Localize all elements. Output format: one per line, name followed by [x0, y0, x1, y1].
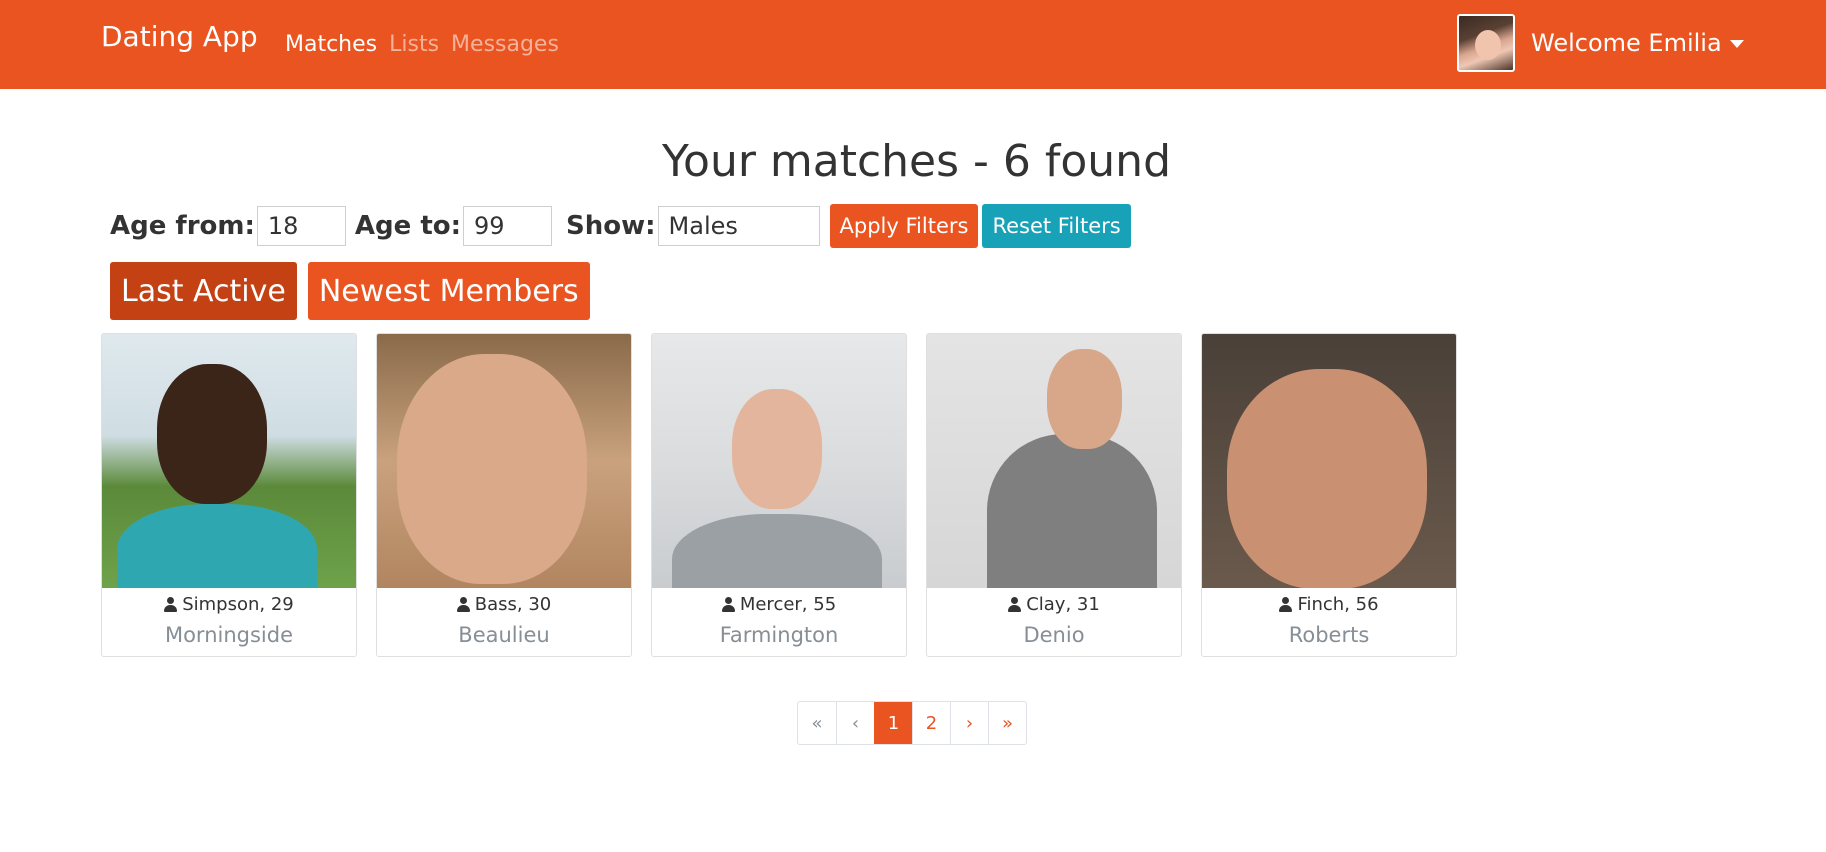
page-1-button[interactable]: 1 — [874, 702, 912, 744]
user-icon — [456, 597, 470, 612]
next-page-button[interactable]: › — [950, 702, 988, 744]
newest-members-button[interactable]: Newest Members — [307, 262, 590, 320]
navbar: Dating App Matches Lists Messages Welcom… — [0, 0, 1826, 89]
member-photo — [102, 334, 356, 588]
member-card[interactable]: Mercer, 55 Farmington — [651, 333, 907, 657]
previous-page-button[interactable]: ‹ — [836, 702, 874, 744]
last-active-button[interactable]: Last Active — [110, 262, 297, 320]
welcome-dropdown[interactable]: Welcome Emilia — [1531, 29, 1744, 57]
member-card[interactable]: Bass, 30 Beaulieu — [376, 333, 632, 657]
pagination: « ‹ 1 2 › » — [797, 701, 1027, 745]
sort-button-group: Last Active Newest Members — [110, 262, 590, 320]
nav-matches[interactable]: Matches — [285, 32, 377, 57]
caret-down-icon — [1729, 40, 1744, 48]
age-from-input[interactable] — [256, 206, 346, 246]
member-name-age: Bass, 30 — [474, 594, 552, 615]
match-card-list: Simpson, 29 Morningside Bass, 30 Beaulie… — [101, 333, 1457, 657]
user-icon — [721, 597, 735, 612]
welcome-text: Welcome Emilia — [1531, 29, 1722, 57]
page-title: Your matches - 6 found — [661, 136, 1171, 187]
member-card[interactable]: Clay, 31 Denio — [926, 333, 1182, 657]
show-label: Show: — [566, 211, 656, 241]
member-name-age: Mercer, 55 — [739, 594, 837, 615]
first-page-button[interactable]: « — [798, 702, 836, 744]
page-2-button[interactable]: 2 — [912, 702, 950, 744]
user-icon — [1279, 597, 1293, 612]
user-menu[interactable]: Welcome Emilia — [1457, 14, 1744, 72]
member-name-age: Clay, 31 — [1026, 594, 1100, 615]
age-from-label: Age from: — [110, 211, 255, 241]
nav-lists[interactable]: Lists — [389, 32, 439, 57]
user-icon — [164, 597, 178, 612]
member-photo — [652, 334, 906, 588]
member-city: Farmington — [719, 623, 839, 647]
age-to-input[interactable] — [463, 206, 553, 246]
filter-form: Age from: Age to: Show: Apply Filters Re… — [110, 203, 1131, 249]
member-card[interactable]: Simpson, 29 Morningside — [101, 333, 357, 657]
age-to-label: Age to: — [354, 211, 462, 241]
member-name-age: Finch, 56 — [1297, 594, 1379, 615]
apply-filters-button[interactable]: Apply Filters — [829, 204, 979, 248]
main-nav: Matches Lists Messages — [285, 32, 559, 57]
member-city: Morningside — [164, 623, 294, 647]
brand-link[interactable]: Dating App — [101, 20, 258, 53]
member-city: Denio — [1023, 623, 1085, 647]
show-select[interactable] — [657, 206, 820, 246]
member-photo — [927, 334, 1181, 588]
member-photo — [1202, 334, 1456, 588]
reset-filters-button[interactable]: Reset Filters — [982, 204, 1131, 248]
nav-messages[interactable]: Messages — [451, 32, 559, 57]
member-photo — [377, 334, 631, 588]
member-city: Roberts — [1288, 623, 1370, 647]
member-name-age: Simpson, 29 — [182, 594, 294, 615]
member-card[interactable]: Finch, 56 Roberts — [1201, 333, 1457, 657]
avatar — [1457, 14, 1515, 72]
member-city: Beaulieu — [458, 623, 550, 647]
last-page-button[interactable]: » — [988, 702, 1026, 744]
user-icon — [1008, 597, 1022, 612]
